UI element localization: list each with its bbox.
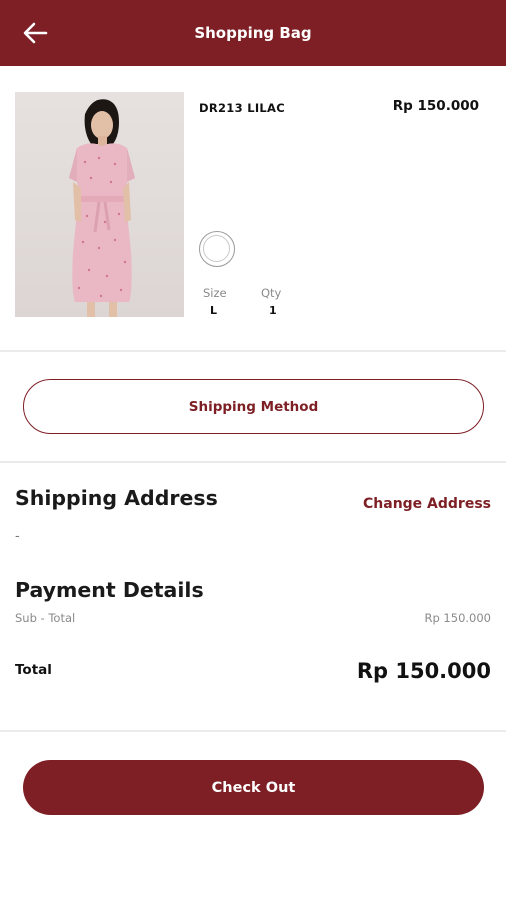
divider (0, 350, 506, 352)
cart-item: DR213 LILAC Rp 150.000 Size L Qty 1 (0, 66, 506, 350)
checkout-button[interactable]: Check Out (23, 760, 484, 815)
product-image[interactable] (15, 92, 184, 317)
size-value: L (210, 304, 218, 317)
total-value: Rp 150.000 (356, 659, 491, 683)
shipping-address-value: - (15, 529, 20, 544)
qty-label: Qty (261, 286, 282, 300)
subtotal-label: Sub - Total (15, 611, 76, 625)
page-title: Shopping Bag (194, 24, 312, 42)
color-swatch (199, 231, 235, 267)
divider (0, 730, 506, 732)
shipping-address-title: Shipping Address (15, 486, 218, 510)
product-price: Rp 150.000 (392, 98, 479, 114)
subtotal-value: Rp 150.000 (424, 611, 491, 625)
qty-value: 1 (269, 304, 277, 317)
app-bar: Shopping Bag (0, 0, 506, 66)
divider (0, 461, 506, 463)
change-address-link[interactable]: Change Address (363, 496, 491, 512)
payment-details-title: Payment Details (15, 578, 204, 602)
shipping-method-button[interactable]: Shipping Method (23, 379, 484, 434)
total-label: Total (15, 662, 52, 678)
size-label: Size (203, 286, 227, 300)
product-name: DR213 LILAC (199, 101, 285, 115)
